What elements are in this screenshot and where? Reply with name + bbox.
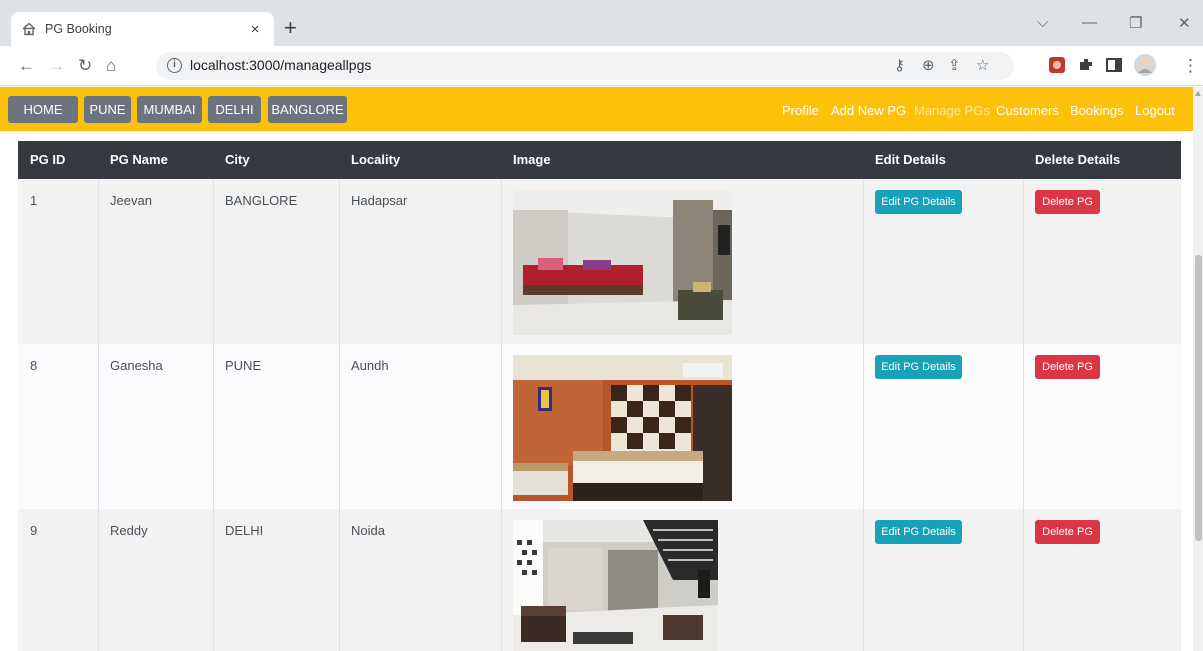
- delete-pg-button[interactable]: Delete PG: [1035, 355, 1100, 379]
- header-delete-details: Delete Details: [1035, 152, 1121, 167]
- tab-close-icon[interactable]: ×: [246, 21, 264, 38]
- nav-bookings-link[interactable]: Bookings: [1070, 103, 1123, 118]
- edit-pg-details-button[interactable]: Edit PG Details: [875, 355, 962, 379]
- header-pg-id: PG ID: [30, 152, 66, 167]
- zoom-icon[interactable]: ⊕: [922, 56, 935, 74]
- cell-locality: Noida: [351, 523, 385, 538]
- address-bar[interactable]: i localhost:3000/manageallpgs ⚷ ⊕ ⇪ ☆: [156, 52, 1014, 80]
- cell-pg-name: Jeevan: [110, 193, 152, 208]
- puzzle-extensions-icon[interactable]: [1077, 56, 1095, 79]
- profile-avatar-icon[interactable]: [1133, 53, 1157, 82]
- edit-pg-details-button[interactable]: Edit PG Details: [875, 190, 962, 214]
- header-pg-name: PG Name: [110, 152, 168, 167]
- cell-pg-id: 1: [30, 193, 38, 208]
- edit-pg-details-button[interactable]: Edit PG Details: [875, 520, 962, 544]
- page-scrollbar[interactable]: [1193, 87, 1203, 651]
- nav-delhi-button[interactable]: DELHI: [208, 96, 261, 123]
- cell-pg-id: 8: [30, 358, 38, 373]
- nav-banglore-button[interactable]: BANGLORE: [268, 96, 347, 123]
- header-locality: Locality: [351, 152, 401, 167]
- tab-search-icon[interactable]: ⌵: [1037, 14, 1048, 31]
- nav-mumbai-button[interactable]: MUMBAI: [137, 96, 202, 123]
- bookmark-star-icon[interactable]: ☆: [976, 56, 989, 74]
- restore-button[interactable]: ❐: [1129, 14, 1142, 32]
- side-panel-icon[interactable]: [1105, 56, 1123, 79]
- table-row: 8 Ganesha PUNE Aundh Edit PG Details Del…: [18, 344, 1181, 509]
- scrollbar-thumb[interactable]: [1195, 255, 1202, 541]
- delete-pg-button[interactable]: Delete PG: [1035, 190, 1100, 214]
- nav-home-button[interactable]: HOME: [8, 96, 78, 123]
- reload-icon[interactable]: ↻: [78, 54, 92, 78]
- nav-add-new-pg-link[interactable]: Add New PG: [831, 103, 906, 118]
- nav-logout-link[interactable]: Logout: [1135, 103, 1175, 118]
- cell-city: BANGLORE: [225, 193, 298, 208]
- window-close-button[interactable]: ✕: [1178, 14, 1191, 32]
- cell-pg-name: Reddy: [110, 523, 148, 538]
- table-row: 1 Jeevan BANGLORE Hadapsar Edit PG Detai…: [18, 179, 1181, 344]
- extension-icon[interactable]: [1048, 56, 1066, 79]
- browser-toolbar: ← → ↻ ⌂ i localhost:3000/manageallpgs ⚷ …: [0, 46, 1203, 86]
- cell-pg-name: Ganesha: [110, 358, 163, 373]
- browser-tab[interactable]: PG Booking ×: [11, 12, 274, 46]
- home-nav-icon[interactable]: ⌂: [106, 54, 116, 78]
- tab-title: PG Booking: [45, 22, 112, 36]
- nav-pune-button[interactable]: PUNE: [84, 96, 131, 123]
- table-header: PG ID PG Name City Locality Image Edit D…: [18, 141, 1181, 179]
- pg-room-image: [513, 355, 732, 501]
- header-city: City: [225, 152, 250, 167]
- delete-pg-button[interactable]: Delete PG: [1035, 520, 1100, 544]
- back-icon[interactable]: ←: [18, 54, 35, 78]
- header-edit-details: Edit Details: [875, 152, 946, 167]
- new-tab-button[interactable]: +: [284, 16, 297, 40]
- cell-pg-id: 9: [30, 523, 38, 538]
- url-text: localhost:3000/manageallpgs: [190, 57, 372, 73]
- app-navbar: HOME PUNE MUMBAI DELHI BANGLORE Profile …: [0, 87, 1203, 131]
- cell-locality: Aundh: [351, 358, 389, 373]
- cell-city: PUNE: [225, 358, 262, 373]
- scroll-up-arrow-icon[interactable]: [1195, 91, 1201, 96]
- site-info-icon[interactable]: i: [167, 58, 182, 73]
- nav-customers-link[interactable]: Customers: [996, 103, 1059, 118]
- minimize-button[interactable]: —: [1082, 14, 1097, 31]
- header-image: Image: [513, 152, 551, 167]
- cell-locality: Hadapsar: [351, 193, 408, 208]
- home-icon: [21, 21, 37, 37]
- pg-room-image: [513, 520, 718, 651]
- nav-profile-link[interactable]: Profile: [782, 103, 819, 118]
- forward-icon[interactable]: →: [48, 54, 65, 78]
- share-icon[interactable]: ⇪: [948, 56, 961, 74]
- password-key-icon[interactable]: ⚷: [894, 56, 905, 74]
- cell-city: DELHI: [225, 523, 264, 538]
- pg-room-image: [513, 190, 732, 335]
- browser-tab-strip: PG Booking × + ⌵ — ❐ ✕: [0, 0, 1203, 46]
- browser-menu-icon[interactable]: ⋮: [1182, 54, 1199, 78]
- nav-manage-pgs-link[interactable]: Manage PGs: [914, 103, 990, 118]
- table-row: 9 Reddy DELHI Noida Edit PG Details Dele…: [18, 509, 1181, 651]
